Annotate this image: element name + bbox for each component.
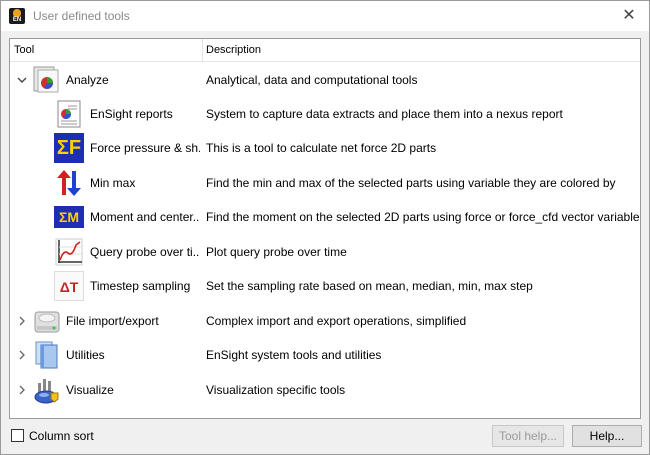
chevron-down-icon[interactable] <box>16 74 28 86</box>
chevron-right-icon[interactable] <box>16 315 28 327</box>
delta-t-icon: ΔT <box>54 271 84 301</box>
tools-tree: Tool Description Analyze Analytical, dat… <box>9 38 641 419</box>
tree-item-label: Min max <box>90 176 136 190</box>
window-title: User defined tools <box>33 9 130 23</box>
tree-item-utilities[interactable]: Utilities EnSight system tools and utili… <box>10 338 640 372</box>
help-button[interactable]: Help... <box>572 425 642 447</box>
tree-item-query-probe[interactable]: Query probe over ti... Plot query probe … <box>10 235 640 269</box>
column-header-tool[interactable]: Tool <box>14 44 34 56</box>
column-header-description[interactable]: Description <box>206 44 261 56</box>
chevron-right-icon[interactable] <box>16 349 28 361</box>
tree-item-description: Plot query probe over time <box>206 245 347 259</box>
column-divider[interactable] <box>202 39 203 61</box>
tree-item-description: Set the sampling rate based on mean, med… <box>206 279 533 293</box>
sigma-f-icon: ΣF <box>54 133 84 163</box>
tree-item-label: Query probe over ti... <box>90 245 200 259</box>
chevron-right-icon[interactable] <box>16 384 28 396</box>
tree-item-description: This is a tool to calculate net force 2D… <box>206 141 437 155</box>
utilities-folder-icon <box>32 340 62 370</box>
tree-item-label: File import/export <box>66 314 159 328</box>
tree-item-description: Find the min and max of the selected par… <box>206 176 616 190</box>
tree-item-label: EnSight reports <box>90 107 173 121</box>
drive-icon <box>32 306 62 336</box>
title-bar: EN User defined tools ✕ <box>1 1 649 31</box>
ensight-app-icon: EN <box>9 8 25 24</box>
tree-item-visualize[interactable]: Visualize Visualization specific tools <box>10 373 640 407</box>
tree-item-description: Visualization specific tools <box>206 383 346 397</box>
min-max-arrows-icon <box>54 168 84 198</box>
tree-item-min-max[interactable]: Min max Find the min and max of the sele… <box>10 166 640 200</box>
tree-item-description: Complex import and export operations, si… <box>206 314 467 328</box>
tree-header: Tool Description <box>10 39 640 62</box>
visualize-icon <box>32 375 62 405</box>
tree-item-ensight-reports[interactable]: EnSight reports System to capture data e… <box>10 97 640 131</box>
column-sort-checkbox[interactable] <box>11 429 24 442</box>
tree-item-description: Analytical, data and computational tools <box>206 73 418 87</box>
tree-item-label: Force pressure & sh... <box>90 141 200 155</box>
tree-item-description: Find the moment on the selected 2D parts… <box>206 210 640 224</box>
tree-item-moment-and-center[interactable]: ΣM Moment and center... Find the moment … <box>10 200 640 234</box>
tree-item-label: Utilities <box>66 348 105 362</box>
probe-plot-icon <box>54 237 84 267</box>
tree-item-file-import-export[interactable]: File import/export Complex import and ex… <box>10 304 640 338</box>
tree-item-label: Analyze <box>66 73 109 87</box>
tool-help-button[interactable]: Tool help... <box>492 425 564 447</box>
tree-item-description: System to capture data extracts and plac… <box>206 107 563 121</box>
tree-item-label: Visualize <box>66 383 114 397</box>
tree-item-label: Moment and center... <box>90 210 200 224</box>
report-icon <box>54 99 84 129</box>
user-defined-tools-dialog: EN User defined tools ✕ Tool Description <box>0 0 650 455</box>
close-button[interactable]: ✕ <box>615 5 643 27</box>
tree-item-label: Timestep sampling <box>90 279 191 293</box>
analyze-folder-icon <box>32 65 62 95</box>
tree-item-description: EnSight system tools and utilities <box>206 348 382 362</box>
column-sort-label[interactable]: Column sort <box>29 429 94 443</box>
tree-item-force-pressure[interactable]: ΣF Force pressure & sh... This is a tool… <box>10 131 640 165</box>
tree-item-timestep-sampling[interactable]: ΔT Timestep sampling Set the sampling ra… <box>10 269 640 303</box>
sigma-m-icon: ΣM <box>54 206 84 228</box>
tree-item-analyze[interactable]: Analyze Analytical, data and computation… <box>10 63 640 97</box>
